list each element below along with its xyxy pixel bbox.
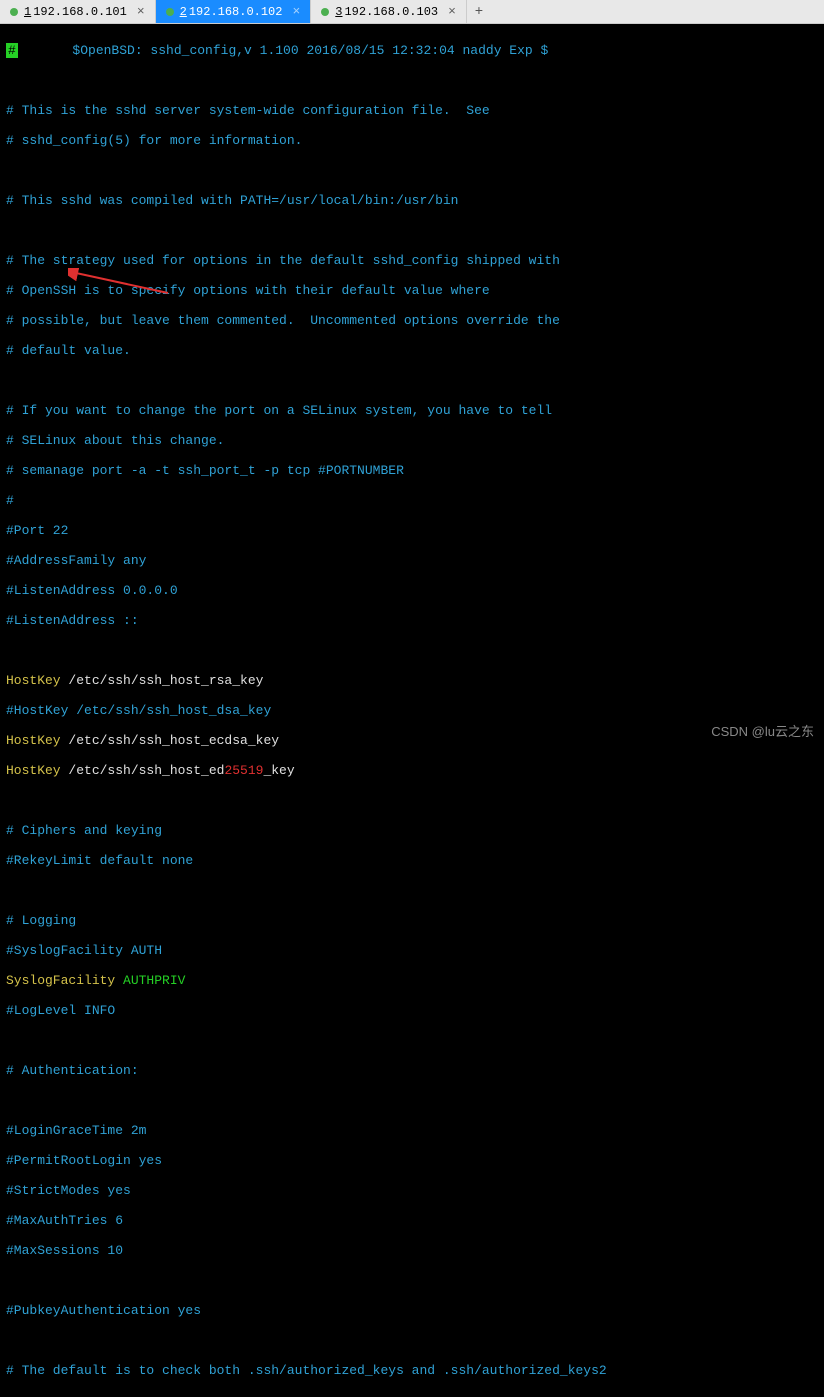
close-icon[interactable]: × — [448, 4, 456, 19]
config-line: # This is the sshd server system-wide co… — [6, 103, 818, 118]
config-line: #RekeyLimit default none — [6, 853, 818, 868]
config-line: # Ciphers and keying — [6, 823, 818, 838]
config-line: # — [6, 493, 818, 508]
config-line: # If you want to change the port on a SE… — [6, 403, 818, 418]
tab-label: 192.168.0.101 — [33, 5, 127, 19]
config-line: #MaxSessions 10 — [6, 1243, 818, 1258]
tab-3[interactable]: 3 192.168.0.103 × — [311, 0, 467, 23]
config-line: # Authentication: — [6, 1063, 818, 1078]
hostkey-keyword: HostKey — [6, 763, 61, 778]
status-dot-icon — [321, 8, 329, 16]
syslog-value: AUTHPRIV — [123, 973, 185, 988]
config-line: $OpenBSD: sshd_config,v 1.100 2016/08/15… — [18, 43, 549, 58]
tab-bar: 1 192.168.0.101 × 2 192.168.0.102 × 3 19… — [0, 0, 824, 24]
config-line: # sshd_config(5) for more information. — [6, 133, 818, 148]
watermark: CSDN @lu云之东 — [711, 721, 814, 740]
status-dot-icon — [166, 8, 174, 16]
hostkey-keyword: HostKey — [6, 673, 61, 688]
hostkey-path: /etc/ssh/ssh_host_rsa_key — [61, 673, 264, 688]
add-tab-button[interactable]: + — [467, 0, 491, 23]
tab-num: 2 — [180, 5, 187, 19]
close-icon[interactable]: × — [292, 4, 300, 19]
hostkey-path: _key — [263, 763, 294, 778]
tab-2[interactable]: 2 192.168.0.102 × — [156, 0, 312, 23]
tab-label: 192.168.0.102 — [189, 5, 283, 19]
config-line: # semanage port -a -t ssh_port_t -p tcp … — [6, 463, 818, 478]
config-line: #ListenAddress :: — [6, 613, 818, 628]
tab-num: 1 — [24, 5, 31, 19]
config-line: #PermitRootLogin yes — [6, 1153, 818, 1168]
config-line: #ListenAddress 0.0.0.0 — [6, 583, 818, 598]
tab-1[interactable]: 1 192.168.0.101 × — [0, 0, 156, 23]
config-line: # This sshd was compiled with PATH=/usr/… — [6, 193, 818, 208]
config-line: #AddressFamily any — [6, 553, 818, 568]
close-icon[interactable]: × — [137, 4, 145, 19]
config-line: #LoginGraceTime 2m — [6, 1123, 818, 1138]
config-line: #LogLevel INFO — [6, 1003, 818, 1018]
syslog-keyword: SyslogFacility — [6, 973, 123, 988]
config-line: # The default is to check both .ssh/auth… — [6, 1363, 818, 1378]
cursor-icon: # — [6, 43, 18, 58]
tab-label: 192.168.0.103 — [344, 5, 438, 19]
port-line: #Port 22 — [6, 523, 818, 538]
config-line: # Logging — [6, 913, 818, 928]
config-line: # The strategy used for options in the d… — [6, 253, 818, 268]
config-line: # OpenSSH is to specify options with the… — [6, 283, 818, 298]
config-line: #SyslogFacility AUTH — [6, 943, 818, 958]
config-line: # possible, but leave them commented. Un… — [6, 313, 818, 328]
config-line: #MaxAuthTries 6 — [6, 1213, 818, 1228]
config-line: #StrictModes yes — [6, 1183, 818, 1198]
config-line: #HostKey /etc/ssh/ssh_host_dsa_key — [6, 703, 818, 718]
config-line: #PubkeyAuthentication yes — [6, 1303, 818, 1318]
status-dot-icon — [10, 8, 18, 16]
hostkey-highlight: 25519 — [224, 763, 263, 778]
tab-num: 3 — [335, 5, 342, 19]
config-line: # SELinux about this change. — [6, 433, 818, 448]
terminal-content[interactable]: # $OpenBSD: sshd_config,v 1.100 2016/08/… — [0, 24, 824, 1397]
config-line: # default value. — [6, 343, 818, 358]
hostkey-path: /etc/ssh/ssh_host_ed — [61, 763, 225, 778]
